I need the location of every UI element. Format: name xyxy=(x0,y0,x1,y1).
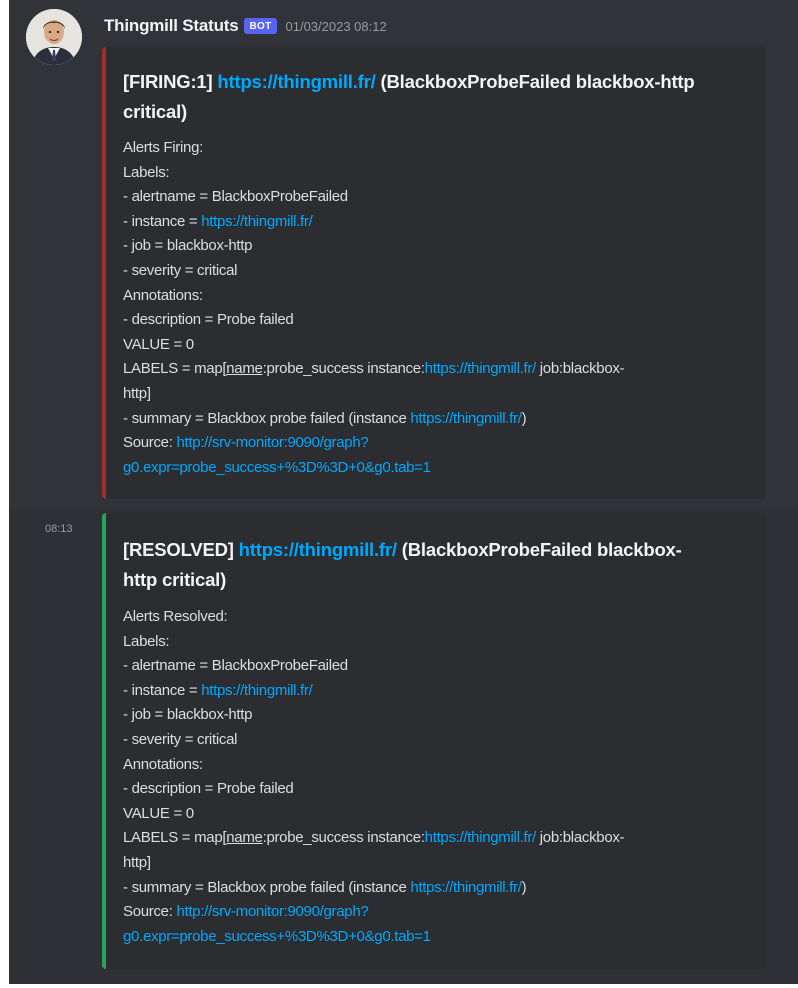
summary-suffix: ) xyxy=(521,878,527,896)
labels-map-suffix: job:blackbox- xyxy=(535,360,625,378)
embed-title: [RESOLVED] https://thingmill.fr/ (Blackb… xyxy=(123,535,682,595)
alerts-header: Alerts Resolved: xyxy=(123,608,228,625)
embed-color-bar xyxy=(102,513,106,969)
embed-title: [FIRING:1] https://thingmill.fr/ (Blackb… xyxy=(123,67,695,127)
bot-badge: BOT xyxy=(244,18,277,34)
summary-link[interactable]: https://thingmill.fr/ xyxy=(410,879,522,896)
labels-map-line: LABELS = map[name:probe_success instance… xyxy=(123,826,625,851)
source-link[interactable]: http://srv-monitor:9090/graph? xyxy=(176,903,368,920)
annotations-header: Annotations: xyxy=(123,755,203,773)
source-link[interactable]: http://srv-monitor:9090/graph? xyxy=(176,434,368,451)
label-alertname: - alertname = BlackboxProbeFailed xyxy=(123,188,348,206)
labels-header: Labels: xyxy=(123,632,170,650)
label-instance: - instance = https://thingmill.fr/ xyxy=(123,210,624,235)
label-severity: - severity = critical xyxy=(123,730,238,748)
summary-suffix: ) xyxy=(521,409,527,427)
label-instance: - instance = https://thingmill.fr/ xyxy=(123,679,624,704)
source-prefix: Source: xyxy=(123,903,177,921)
source-line: Source: http://srv-monitor:9090/graph? xyxy=(123,431,624,456)
embed-title-prefix: [FIRING:1] xyxy=(123,71,213,92)
labels-map-link[interactable]: https://thingmill.fr/ xyxy=(425,829,537,846)
label-instance-prefix: - instance = xyxy=(123,681,202,699)
chat-frame: Thingmill Statuts BOT 01/03/2023 08:12 [… xyxy=(9,0,798,984)
message-timestamp[interactable]: 01/03/2023 08:12 xyxy=(286,19,387,34)
labels-map-name: name xyxy=(226,360,263,378)
embed-title-suffix: (BlackboxProbeFailed blackbox- xyxy=(401,539,682,560)
avatar[interactable] xyxy=(26,9,82,65)
source-link-line2[interactable]: g0.expr=probe_success+%3D%3D+0&g0.tab=1 xyxy=(123,925,624,950)
instance-link[interactable]: https://thingmill.fr/ xyxy=(201,682,313,699)
summary-prefix: - summary = Blackbox probe failed (insta… xyxy=(123,878,411,896)
labels-map-prefix: LABELS = map[ xyxy=(123,360,227,378)
summary-link[interactable]: https://thingmill.fr/ xyxy=(410,410,522,427)
label-instance-prefix: - instance = xyxy=(123,212,202,230)
embed-title-suffix: (BlackboxProbeFailed blackbox-http xyxy=(380,71,695,92)
annotation-description: - description = Probe failed xyxy=(123,311,294,329)
summary-line: - summary = Blackbox probe failed (insta… xyxy=(123,876,624,901)
embed-title-prefix: [RESOLVED] xyxy=(123,539,234,560)
labels-map-suffix: job:blackbox- xyxy=(535,829,625,847)
summary-line: - summary = Blackbox probe failed (insta… xyxy=(123,407,624,432)
embed-title-link[interactable]: https://thingmill.fr/ xyxy=(217,71,375,92)
embed-description: Alerts Resolved: Labels: - alertname = B… xyxy=(123,605,625,950)
label-job: - job = blackbox-http xyxy=(123,706,253,724)
second-message-time[interactable]: 08:13 xyxy=(45,523,73,535)
label-severity: - severity = critical xyxy=(123,261,238,279)
embed-description: Alerts Firing: Labels: - alertname = Bla… xyxy=(123,136,625,481)
alert-embed-resolved: [RESOLVED] https://thingmill.fr/ (Blackb… xyxy=(102,513,766,969)
avatar-portrait-icon xyxy=(26,9,82,65)
labels-map-line2: http] xyxy=(123,853,151,871)
summary-prefix: - summary = Blackbox probe failed (insta… xyxy=(123,409,411,427)
embed-color-bar xyxy=(102,47,106,499)
message-header: Thingmill Statuts BOT 01/03/2023 08:12 xyxy=(104,14,387,38)
labels-map-link[interactable]: https://thingmill.fr/ xyxy=(425,360,537,377)
labels-map-name: name xyxy=(226,829,263,847)
embed-title-line2: http critical) xyxy=(123,569,227,590)
alerts-header: Alerts Firing: xyxy=(123,139,203,156)
embed-title-link[interactable]: https://thingmill.fr/ xyxy=(239,539,397,560)
labels-map-line: LABELS = map[name:probe_success instance… xyxy=(123,357,625,382)
labels-map-mid: :probe_success instance: xyxy=(262,360,425,378)
value-line: VALUE = 0 xyxy=(123,335,194,353)
value-line: VALUE = 0 xyxy=(123,804,194,822)
source-prefix: Source: xyxy=(123,434,177,452)
label-alertname: - alertname = BlackboxProbeFailed xyxy=(123,657,348,675)
embed-title-line2: critical) xyxy=(123,101,188,122)
annotation-description: - description = Probe failed xyxy=(123,780,294,798)
labels-map-mid: :probe_success instance: xyxy=(262,829,425,847)
source-line: Source: http://srv-monitor:9090/graph? xyxy=(123,900,624,925)
annotations-header: Annotations: xyxy=(123,286,203,304)
instance-link[interactable]: https://thingmill.fr/ xyxy=(201,213,313,230)
label-job: - job = blackbox-http xyxy=(123,237,253,255)
alert-embed-firing: [FIRING:1] https://thingmill.fr/ (Blackb… xyxy=(102,47,766,499)
source-link-line2[interactable]: g0.expr=probe_success+%3D%3D+0&g0.tab=1 xyxy=(123,456,624,481)
labels-header: Labels: xyxy=(123,163,170,181)
username[interactable]: Thingmill Statuts xyxy=(104,16,239,36)
labels-map-line2: http] xyxy=(123,384,151,402)
labels-map-prefix: LABELS = map[ xyxy=(123,829,227,847)
